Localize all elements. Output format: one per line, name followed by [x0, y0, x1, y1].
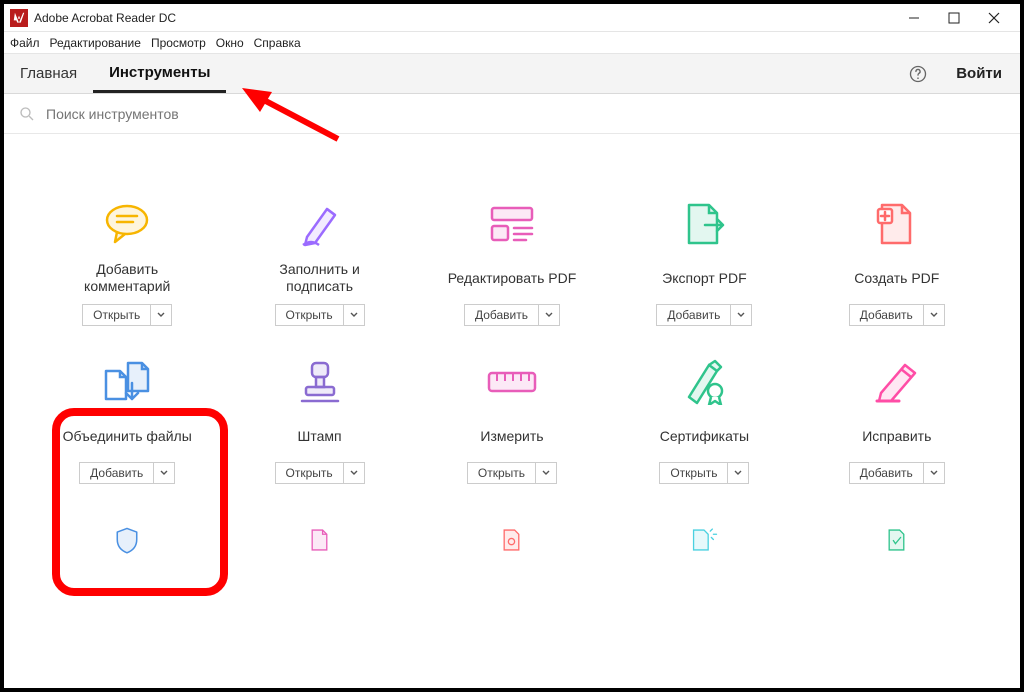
menu-bar: Файл Редактирование Просмотр Окно Справк…: [4, 32, 1020, 54]
comment-icon: [103, 198, 151, 250]
tool-card-create: Создать PDF Добавить: [806, 198, 988, 326]
tool-card-combine: Объединить файлы Добавить: [36, 356, 218, 484]
menu-help[interactable]: Справка: [254, 36, 301, 50]
tool-action-button[interactable]: Открыть: [659, 462, 728, 484]
tool-label: Заполнить и подписать: [250, 260, 390, 296]
measure-icon: [486, 356, 538, 408]
create-icon: [876, 198, 918, 250]
tool-label: Редактировать PDF: [448, 260, 577, 296]
chevron-down-icon[interactable]: [728, 462, 749, 484]
tool-action-button[interactable]: Открыть: [467, 462, 536, 484]
chevron-down-icon[interactable]: [344, 462, 365, 484]
redact-icon: [873, 356, 921, 408]
tool-card-fillsign: Заполнить и подписать Открыть: [228, 198, 410, 326]
editpdf-icon: [488, 198, 536, 250]
tool-card-editpdf: Редактировать PDF Добавить: [421, 198, 603, 326]
window-titlebar: Adobe Acrobat Reader DC: [4, 4, 1020, 32]
tool-action-button[interactable]: Добавить: [464, 304, 539, 326]
tool-action-button[interactable]: Добавить: [849, 304, 924, 326]
window-controls: [894, 6, 1014, 30]
menu-window[interactable]: Окно: [216, 36, 244, 50]
protect-icon: [107, 514, 147, 566]
tool-label: Объединить файлы: [63, 418, 192, 454]
tool-card-doc4: [613, 514, 795, 576]
cert-icon: [681, 356, 727, 408]
doc3-icon: [494, 514, 530, 566]
doc5-icon: [879, 514, 915, 566]
fillsign-icon: [297, 198, 343, 250]
tools-grid: Добавить комментарийОткрытьЗаполнить и п…: [8, 138, 1016, 596]
doc4-icon: [682, 514, 726, 566]
tool-action-button[interactable]: Добавить: [656, 304, 731, 326]
app-icon: [10, 9, 28, 27]
tool-card-doc3: [421, 514, 603, 576]
maximize-button[interactable]: [934, 6, 974, 30]
tool-card-comment: Добавить комментарий Открыть: [36, 198, 218, 326]
chevron-down-icon[interactable]: [151, 304, 172, 326]
chevron-down-icon[interactable]: [924, 304, 945, 326]
tool-label: Исправить: [862, 418, 931, 454]
help-icon[interactable]: [898, 54, 938, 93]
search-input[interactable]: [46, 106, 346, 122]
tools-scroll-area[interactable]: Добавить комментарийОткрытьЗаполнить и п…: [8, 138, 1016, 684]
tool-action-button[interactable]: Открыть: [275, 304, 344, 326]
tool-label: Измерить: [480, 418, 543, 454]
window-title: Adobe Acrobat Reader DC: [34, 11, 176, 25]
tool-label: Штамп: [298, 418, 342, 454]
tool-action-button[interactable]: Открыть: [82, 304, 151, 326]
tool-card-doc2: [228, 514, 410, 576]
chevron-down-icon[interactable]: [344, 304, 365, 326]
tool-card-measure: Измерить Открыть: [421, 356, 603, 484]
tool-card-doc5: [806, 514, 988, 576]
tool-card-export: Экспорт PDF Добавить: [613, 198, 795, 326]
tool-label: Добавить комментарий: [57, 260, 197, 296]
export-icon: [683, 198, 725, 250]
tool-action-button[interactable]: Добавить: [849, 462, 924, 484]
chevron-down-icon[interactable]: [536, 462, 557, 484]
tool-label: Сертификаты: [660, 418, 749, 454]
chevron-down-icon[interactable]: [731, 304, 752, 326]
tool-action-button[interactable]: Открыть: [275, 462, 344, 484]
menu-edit[interactable]: Редактирование: [50, 36, 141, 50]
chevron-down-icon[interactable]: [924, 462, 945, 484]
close-button[interactable]: [974, 6, 1014, 30]
chevron-down-icon[interactable]: [539, 304, 560, 326]
stamp-icon: [298, 356, 342, 408]
tool-action-button[interactable]: Добавить: [79, 462, 154, 484]
tool-label: Экспорт PDF: [662, 260, 747, 296]
tool-card-redact: Исправить Добавить: [806, 356, 988, 484]
menu-view[interactable]: Просмотр: [151, 36, 206, 50]
chevron-down-icon[interactable]: [154, 462, 175, 484]
combine-icon: [102, 356, 152, 408]
menu-file[interactable]: Файл: [10, 36, 40, 50]
search-bar: [4, 94, 1020, 134]
tool-card-stamp: Штамп Открыть: [228, 356, 410, 484]
doc2-icon: [302, 514, 338, 566]
tabs-bar: Главная Инструменты Войти: [4, 54, 1020, 94]
minimize-button[interactable]: [894, 6, 934, 30]
search-icon: [18, 105, 36, 123]
login-button[interactable]: Войти: [938, 54, 1020, 93]
tool-card-cert: Сертификаты Открыть: [613, 356, 795, 484]
tab-home[interactable]: Главная: [4, 54, 93, 93]
tool-label: Создать PDF: [854, 260, 939, 296]
tab-tools[interactable]: Инструменты: [93, 54, 226, 93]
tool-card-protect: [36, 514, 218, 576]
